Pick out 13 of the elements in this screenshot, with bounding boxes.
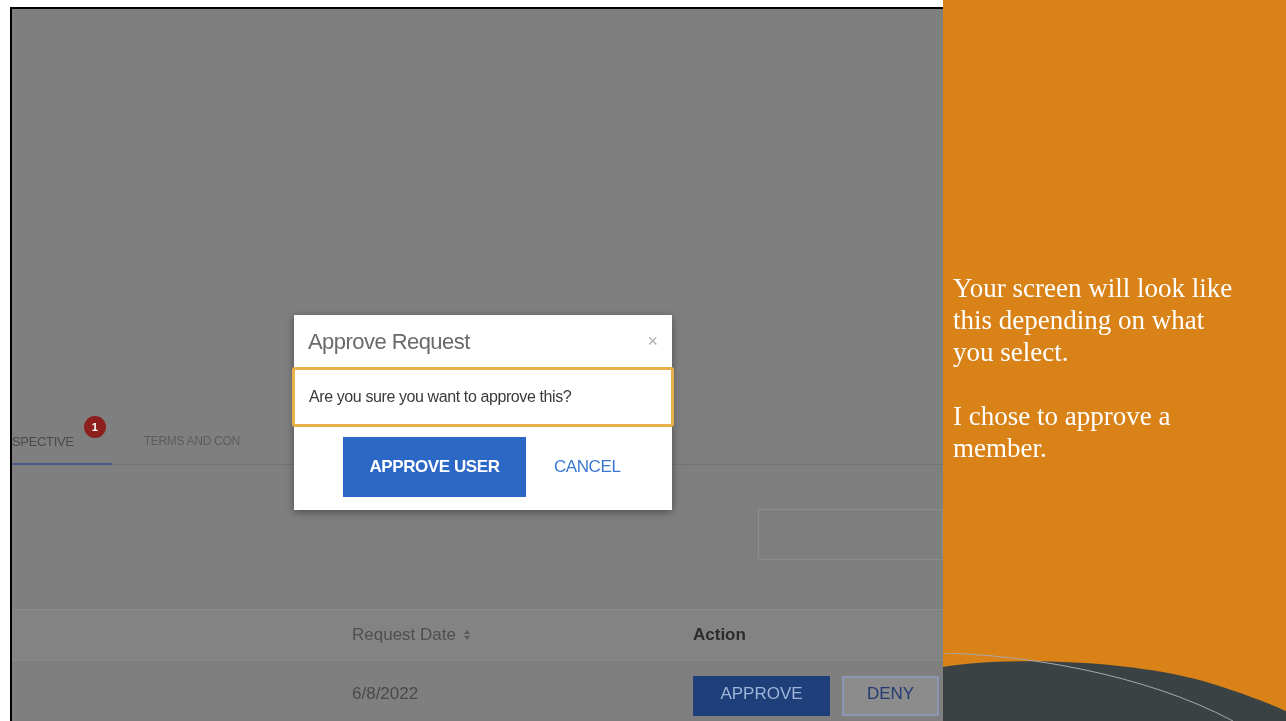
close-button[interactable]: × — [647, 327, 658, 355]
dialog-title: Approve Request — [308, 327, 470, 356]
note-text: I chose to approve a member. — [953, 400, 1172, 464]
note-text: Your screen will look like this depending on what you select. — [953, 272, 1234, 368]
search-field[interactable] — [758, 509, 943, 561]
sort-icon[interactable] — [463, 629, 470, 640]
deny-button[interactable]: DENY — [842, 676, 939, 716]
approve-user-button[interactable]: APPROVE USER — [343, 437, 526, 497]
dialog-message: Are you sure you want to approve this? — [309, 387, 572, 407]
approve-button[interactable]: APPROVE — [693, 676, 830, 716]
count-badge: 1 — [83, 416, 106, 439]
cancel-link[interactable]: CANCEL — [554, 454, 621, 480]
column-header: Action — [693, 624, 746, 647]
